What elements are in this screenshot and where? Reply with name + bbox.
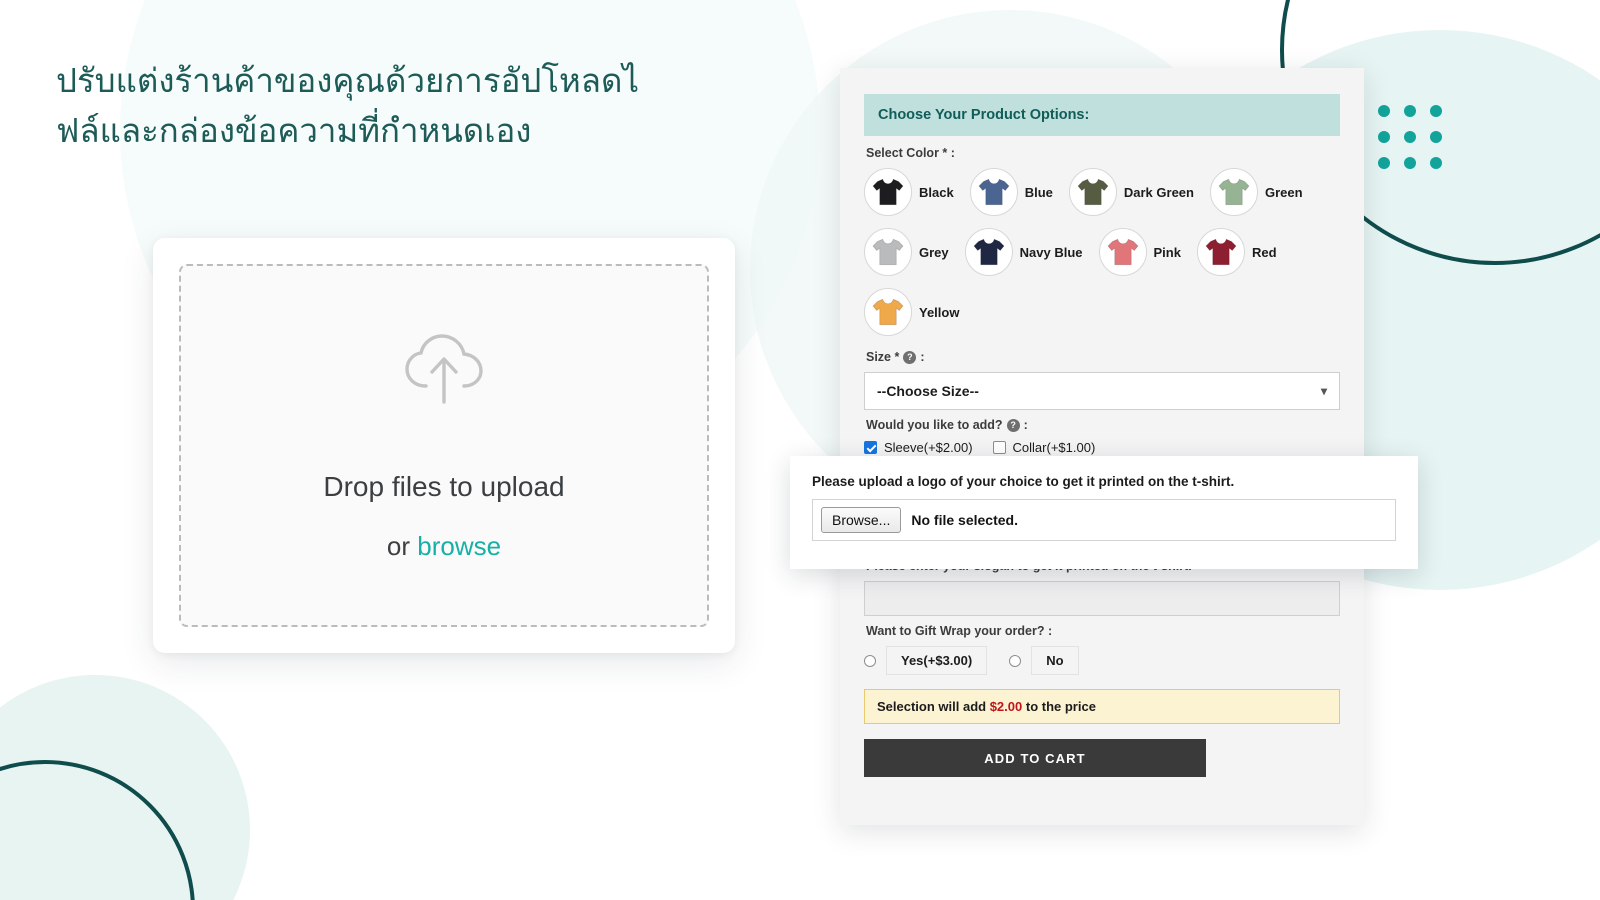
color-option-blue[interactable]: Blue — [969, 168, 1053, 216]
checkbox-icon[interactable] — [864, 441, 877, 454]
size-label-text: Size * — [866, 350, 900, 364]
color-option-grey[interactable]: Grey — [864, 228, 949, 276]
color-option-pink[interactable]: Pink — [1098, 228, 1181, 276]
logo-upload-overlay-card: Please upload a logo of your choice to g… — [790, 456, 1418, 569]
grid-dot — [1378, 105, 1390, 117]
tshirt-swatch-icon — [1068, 168, 1117, 216]
price-note-prefix: Selection will add — [877, 699, 990, 714]
color-option-label: Black — [919, 184, 954, 200]
addons-label: Would you like to add? ? : — [866, 418, 1340, 432]
color-option-red[interactable]: Red — [1196, 228, 1277, 276]
addons-label-text: Would you like to add? — [866, 418, 1003, 432]
grid-dot — [1430, 157, 1442, 169]
help-icon[interactable]: ? — [903, 350, 917, 364]
color-option-dark-green[interactable]: Dark Green — [1068, 168, 1194, 216]
color-option-label: Grey — [919, 244, 949, 260]
giftwrap-radio-yes[interactable]: Yes(+$3.00) — [864, 646, 988, 675]
panel-header: Choose Your Product Options: — [864, 94, 1340, 136]
color-option-label: Pink — [1153, 244, 1181, 260]
file-status-text: No file selected. — [911, 512, 1018, 528]
size-label: Size * ? : — [866, 350, 1340, 364]
addon-checkbox-sleeve[interactable]: Sleeve(+$2.00) — [864, 440, 973, 455]
size-select[interactable]: --Choose Size-- ▾ — [864, 372, 1340, 410]
grid-dot — [1430, 105, 1442, 117]
file-input-field[interactable]: Browse... No file selected. — [812, 499, 1396, 541]
giftwrap-label-text: Want to Gift Wrap your order? : — [866, 624, 1053, 638]
color-option-yellow[interactable]: Yellow — [864, 288, 959, 336]
tshirt-swatch-icon — [864, 168, 912, 216]
color-option-navy-blue[interactable]: Navy Blue — [964, 228, 1083, 276]
color-option-black[interactable]: Black — [864, 168, 954, 216]
addon-label: Sleeve(+$2.00) — [884, 440, 973, 455]
select-color-label: Select Color * : — [866, 146, 1340, 160]
grid-dot — [1404, 105, 1416, 117]
price-note: Selection will add $2.00 to the price — [864, 689, 1340, 724]
price-note-amount: $2.00 — [989, 699, 1023, 714]
select-color-label-text: Select Color * : — [866, 146, 955, 160]
upload-overlay-label: Please upload a logo of your choice to g… — [812, 474, 1235, 489]
color-option-label: Dark Green — [1123, 184, 1194, 200]
tshirt-swatch-icon — [964, 228, 1013, 276]
radio-icon[interactable] — [1009, 654, 1022, 667]
color-options-row-3: Yellow — [864, 288, 1340, 342]
grid-dot — [1404, 131, 1416, 143]
dot-grid-decoration — [1378, 105, 1442, 169]
color-option-green[interactable]: Green — [1209, 168, 1303, 216]
grid-dot — [1430, 131, 1442, 143]
headline-line-2: ฟล์และกล่องข้อความที่กำหนดเอง — [56, 111, 532, 149]
grid-dot — [1378, 131, 1390, 143]
giftwrap-option-label: No — [1031, 646, 1079, 675]
giftwrap-radio-no[interactable]: No — [1009, 646, 1079, 675]
headline-line-1: ปรับแต่งร้านค้าของคุณด้วยการอัปโหลดไ — [56, 62, 640, 99]
chevron-down-icon: ▾ — [1320, 384, 1327, 398]
color-option-label: Green — [1264, 184, 1303, 200]
color-options-row-1: Black Blue Dark Green Green — [864, 168, 1340, 222]
browse-link[interactable]: browse — [417, 531, 501, 561]
file-dropzone-card[interactable]: Drop files to upload or browse — [153, 238, 735, 653]
radio-icon[interactable] — [864, 654, 876, 667]
dropzone-title: Drop files to upload — [323, 470, 565, 502]
tshirt-swatch-icon — [864, 288, 912, 336]
dropzone-subtitle: or browse — [387, 531, 501, 562]
color-option-label: Blue — [1024, 184, 1053, 200]
tshirt-swatch-icon — [1209, 168, 1258, 216]
dropzone-area[interactable]: Drop files to upload or browse — [179, 264, 709, 627]
product-options-panel: Choose Your Product Options: Select Colo… — [840, 68, 1364, 825]
giftwrap-label: Want to Gift Wrap your order? : — [866, 624, 1340, 638]
color-options-row-2: Grey Navy Blue Pink Red — [864, 228, 1340, 282]
tshirt-swatch-icon — [864, 228, 912, 276]
browse-button[interactable]: Browse... — [821, 507, 902, 533]
tshirt-swatch-icon — [969, 168, 1018, 216]
addon-label: Collar(+$1.00) — [1012, 440, 1096, 455]
tshirt-swatch-icon — [1098, 228, 1147, 276]
price-note-suffix: to the price — [1022, 699, 1096, 714]
checkbox-icon[interactable] — [992, 441, 1006, 454]
giftwrap-option-label: Yes(+$3.00) — [886, 646, 988, 675]
slogan-input[interactable] — [864, 581, 1340, 616]
page-headline: ปรับแต่งร้านค้าของคุณด้วยการอัปโหลดไ ฟล์… — [56, 56, 716, 155]
color-option-label: Navy Blue — [1019, 244, 1083, 260]
dropzone-or-text: or — [386, 530, 418, 561]
help-icon[interactable]: ? — [1006, 418, 1020, 432]
tshirt-swatch-icon — [1196, 228, 1245, 276]
grid-dot — [1378, 157, 1390, 169]
giftwrap-radio-row: Yes(+$3.00) No — [864, 646, 1340, 675]
color-option-label: Red — [1251, 244, 1277, 260]
addons-checkbox-row: Sleeve(+$2.00) Collar(+$1.00) — [864, 440, 1340, 455]
add-to-cart-button[interactable]: ADD TO CART — [864, 739, 1206, 777]
size-label-suffix: : — [920, 350, 925, 364]
color-option-label: Yellow — [919, 304, 960, 320]
cloud-upload-icon — [401, 330, 487, 415]
size-select-value: --Choose Size-- — [877, 383, 979, 399]
grid-dot — [1404, 157, 1416, 169]
addon-checkbox-collar[interactable]: Collar(+$1.00) — [992, 440, 1096, 455]
addons-label-suffix: : — [1023, 418, 1028, 432]
